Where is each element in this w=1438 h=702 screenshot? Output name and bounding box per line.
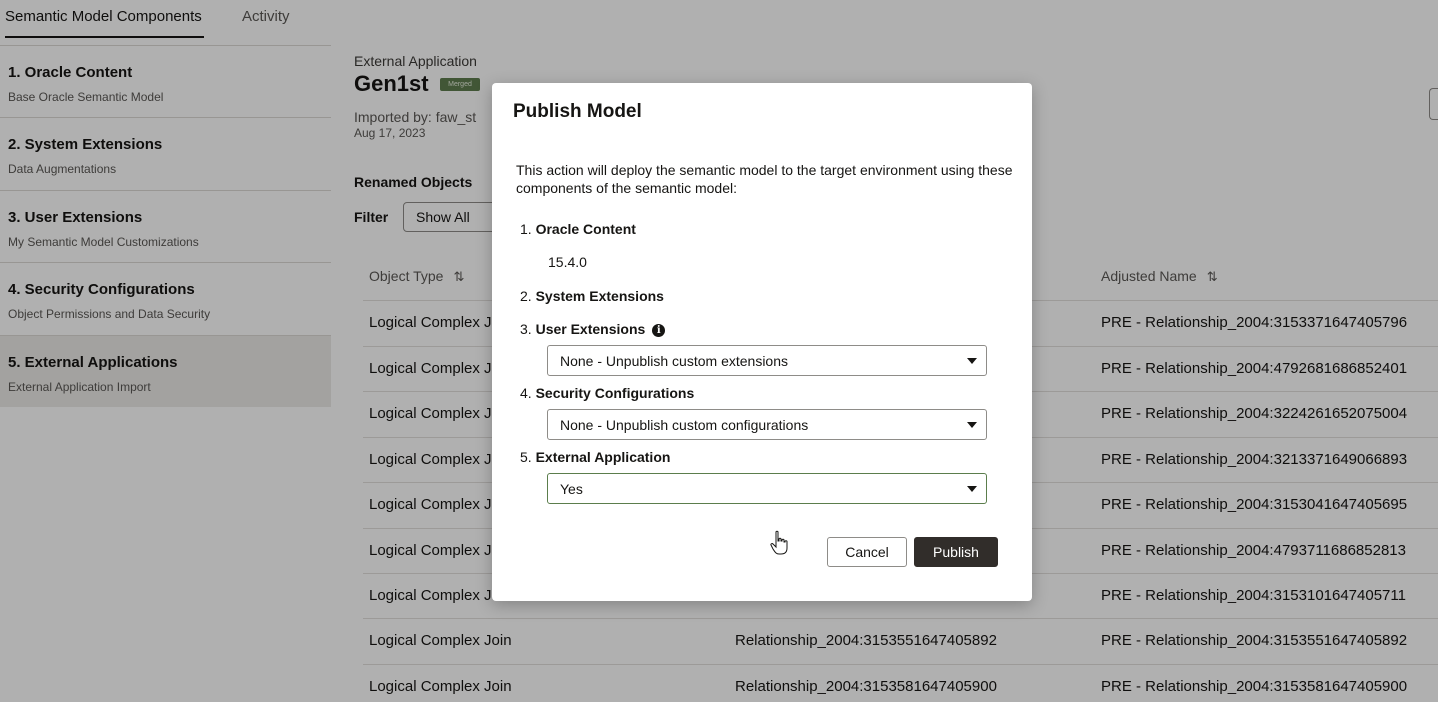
caret-down-icon — [967, 358, 977, 364]
user-extensions-select[interactable]: None - Unpublish custom extensions — [547, 345, 987, 376]
section-external-application: 5. External Application — [520, 449, 671, 465]
section-system-extensions: 2. System Extensions — [520, 288, 664, 304]
dialog-description: This action will deploy the semantic mod… — [516, 162, 1013, 196]
external-application-select[interactable]: Yes — [547, 473, 987, 504]
section-user-extensions: 3. User Extensions i — [520, 321, 666, 337]
info-icon[interactable]: i — [652, 324, 666, 337]
security-configurations-select[interactable]: None - Unpublish custom configurations — [547, 409, 987, 440]
publish-button[interactable]: Publish — [914, 537, 998, 567]
section-security-configurations: 4. Security Configurations — [520, 385, 695, 401]
oracle-content-version: 15.4.0 — [548, 254, 587, 270]
section-oracle-content: 1. Oracle Content — [520, 221, 636, 237]
dialog-title: Publish Model — [513, 101, 642, 122]
caret-down-icon — [967, 422, 977, 428]
publish-model-dialog: Publish Model This action will deploy th… — [492, 83, 1032, 601]
cancel-button[interactable]: Cancel — [827, 537, 907, 567]
hand-pointer-icon — [770, 530, 788, 555]
caret-down-icon — [967, 486, 977, 492]
